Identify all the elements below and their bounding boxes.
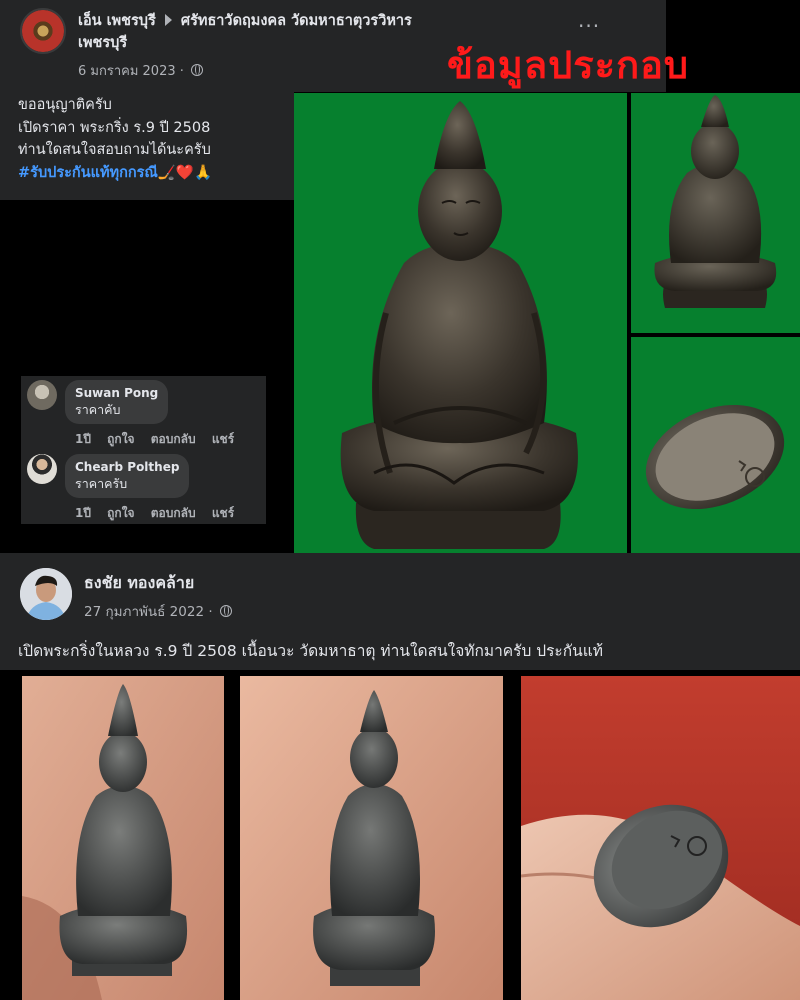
- overlay-caption: ข้อมูลประกอบ: [447, 43, 690, 87]
- product-photo-hand-front[interactable]: [22, 676, 224, 1000]
- reply-link[interactable]: ตอบกลับ: [151, 432, 196, 446]
- post-line: เปิดราคา พระกริ่ง ร.9 ปี 2508: [18, 119, 211, 136]
- product-photo-back[interactable]: [631, 93, 800, 333]
- comment-time[interactable]: 1ปี: [75, 506, 91, 520]
- post-date-text[interactable]: 27 กุมภาพันธ์ 2022 ·: [84, 604, 213, 620]
- reply-link[interactable]: ตอบกลับ: [151, 506, 196, 520]
- author-name[interactable]: เอ็น เพชรบุรี: [78, 13, 156, 29]
- post-author[interactable]: ธงชัย ทองคล้าย: [84, 571, 194, 596]
- product-photo-base[interactable]: [631, 337, 800, 567]
- globe-icon: [219, 605, 232, 617]
- emoji: 🏒❤️🙏: [157, 164, 213, 181]
- group-name[interactable]: ศรัทธาวัดฤมงคล วัดมหาธาตุวรวิหาร: [181, 13, 412, 29]
- comment-author[interactable]: Suwan Pong: [75, 386, 158, 401]
- like-link[interactable]: ถูกใจ: [107, 506, 134, 520]
- comments-panel: Suwan Pong ราคาคับ 1ปี ถูกใจ ตอบกลับ แชร…: [21, 376, 266, 524]
- amulet-hand-back-image: [240, 676, 503, 1000]
- share-link[interactable]: แชร์: [212, 506, 234, 520]
- avatar[interactable]: [20, 568, 72, 620]
- post-date-text[interactable]: 6 มกราคม 2023 ·: [78, 64, 184, 79]
- globe-icon: [191, 64, 204, 76]
- product-photo-hand-back[interactable]: [240, 676, 503, 1000]
- avatar-image: [20, 568, 72, 620]
- product-photo-hand-base[interactable]: [521, 676, 800, 1000]
- amulet-base-image: [645, 404, 785, 510]
- comment-time[interactable]: 1ปี: [75, 432, 91, 446]
- share-link[interactable]: แชร์: [212, 432, 234, 446]
- amulet-back-image: [654, 95, 777, 308]
- caret-right-icon: [164, 14, 172, 26]
- post-date[interactable]: 6 มกราคม 2023 ·: [78, 60, 204, 81]
- product-photo-front[interactable]: [294, 93, 627, 567]
- avatar[interactable]: [27, 454, 57, 484]
- amulet-hand-front-image: [22, 676, 224, 1000]
- comment-bubble: Suwan Pong ราคาคับ: [65, 380, 169, 424]
- hashtag-link[interactable]: #รับประกันแท้ทุกกรณี: [18, 165, 158, 181]
- comment-author[interactable]: Chearb Polthep: [75, 460, 179, 475]
- post-body: ขออนุญาติครับ เปิดราคา พระกริ่ง ร.9 ปี 2…: [18, 94, 293, 184]
- amulet-front-image: [340, 101, 578, 549]
- post-body: เปิดพระกริ่งในหลวง ร.9 ปี 2508 เนื้อนวะ …: [18, 642, 603, 660]
- post-line: ขออนุญาติครับ: [18, 97, 112, 113]
- comment-text: ราคาครับ: [75, 476, 128, 491]
- comment-text: ราคาคับ: [75, 402, 121, 417]
- comment-bubble: Chearb Polthep ราคาครับ: [65, 454, 190, 498]
- amulet-hand-base-image: [521, 676, 800, 1000]
- avatar[interactable]: [20, 8, 66, 54]
- post-date[interactable]: 27 กุมภาพันธ์ 2022 ·: [84, 600, 232, 622]
- avatar[interactable]: [27, 380, 57, 410]
- comment-actions: 1ปี ถูกใจ ตอบกลับ แชร์: [75, 504, 246, 523]
- group-name-cont[interactable]: เพชรบุรี: [78, 35, 127, 51]
- post-line: ท่านใดสนใจสอบถามได้นะครับ: [18, 142, 211, 158]
- comment-actions: 1ปี ถูกใจ ตอบกลับ แชร์: [75, 430, 246, 449]
- like-link[interactable]: ถูกใจ: [107, 432, 134, 446]
